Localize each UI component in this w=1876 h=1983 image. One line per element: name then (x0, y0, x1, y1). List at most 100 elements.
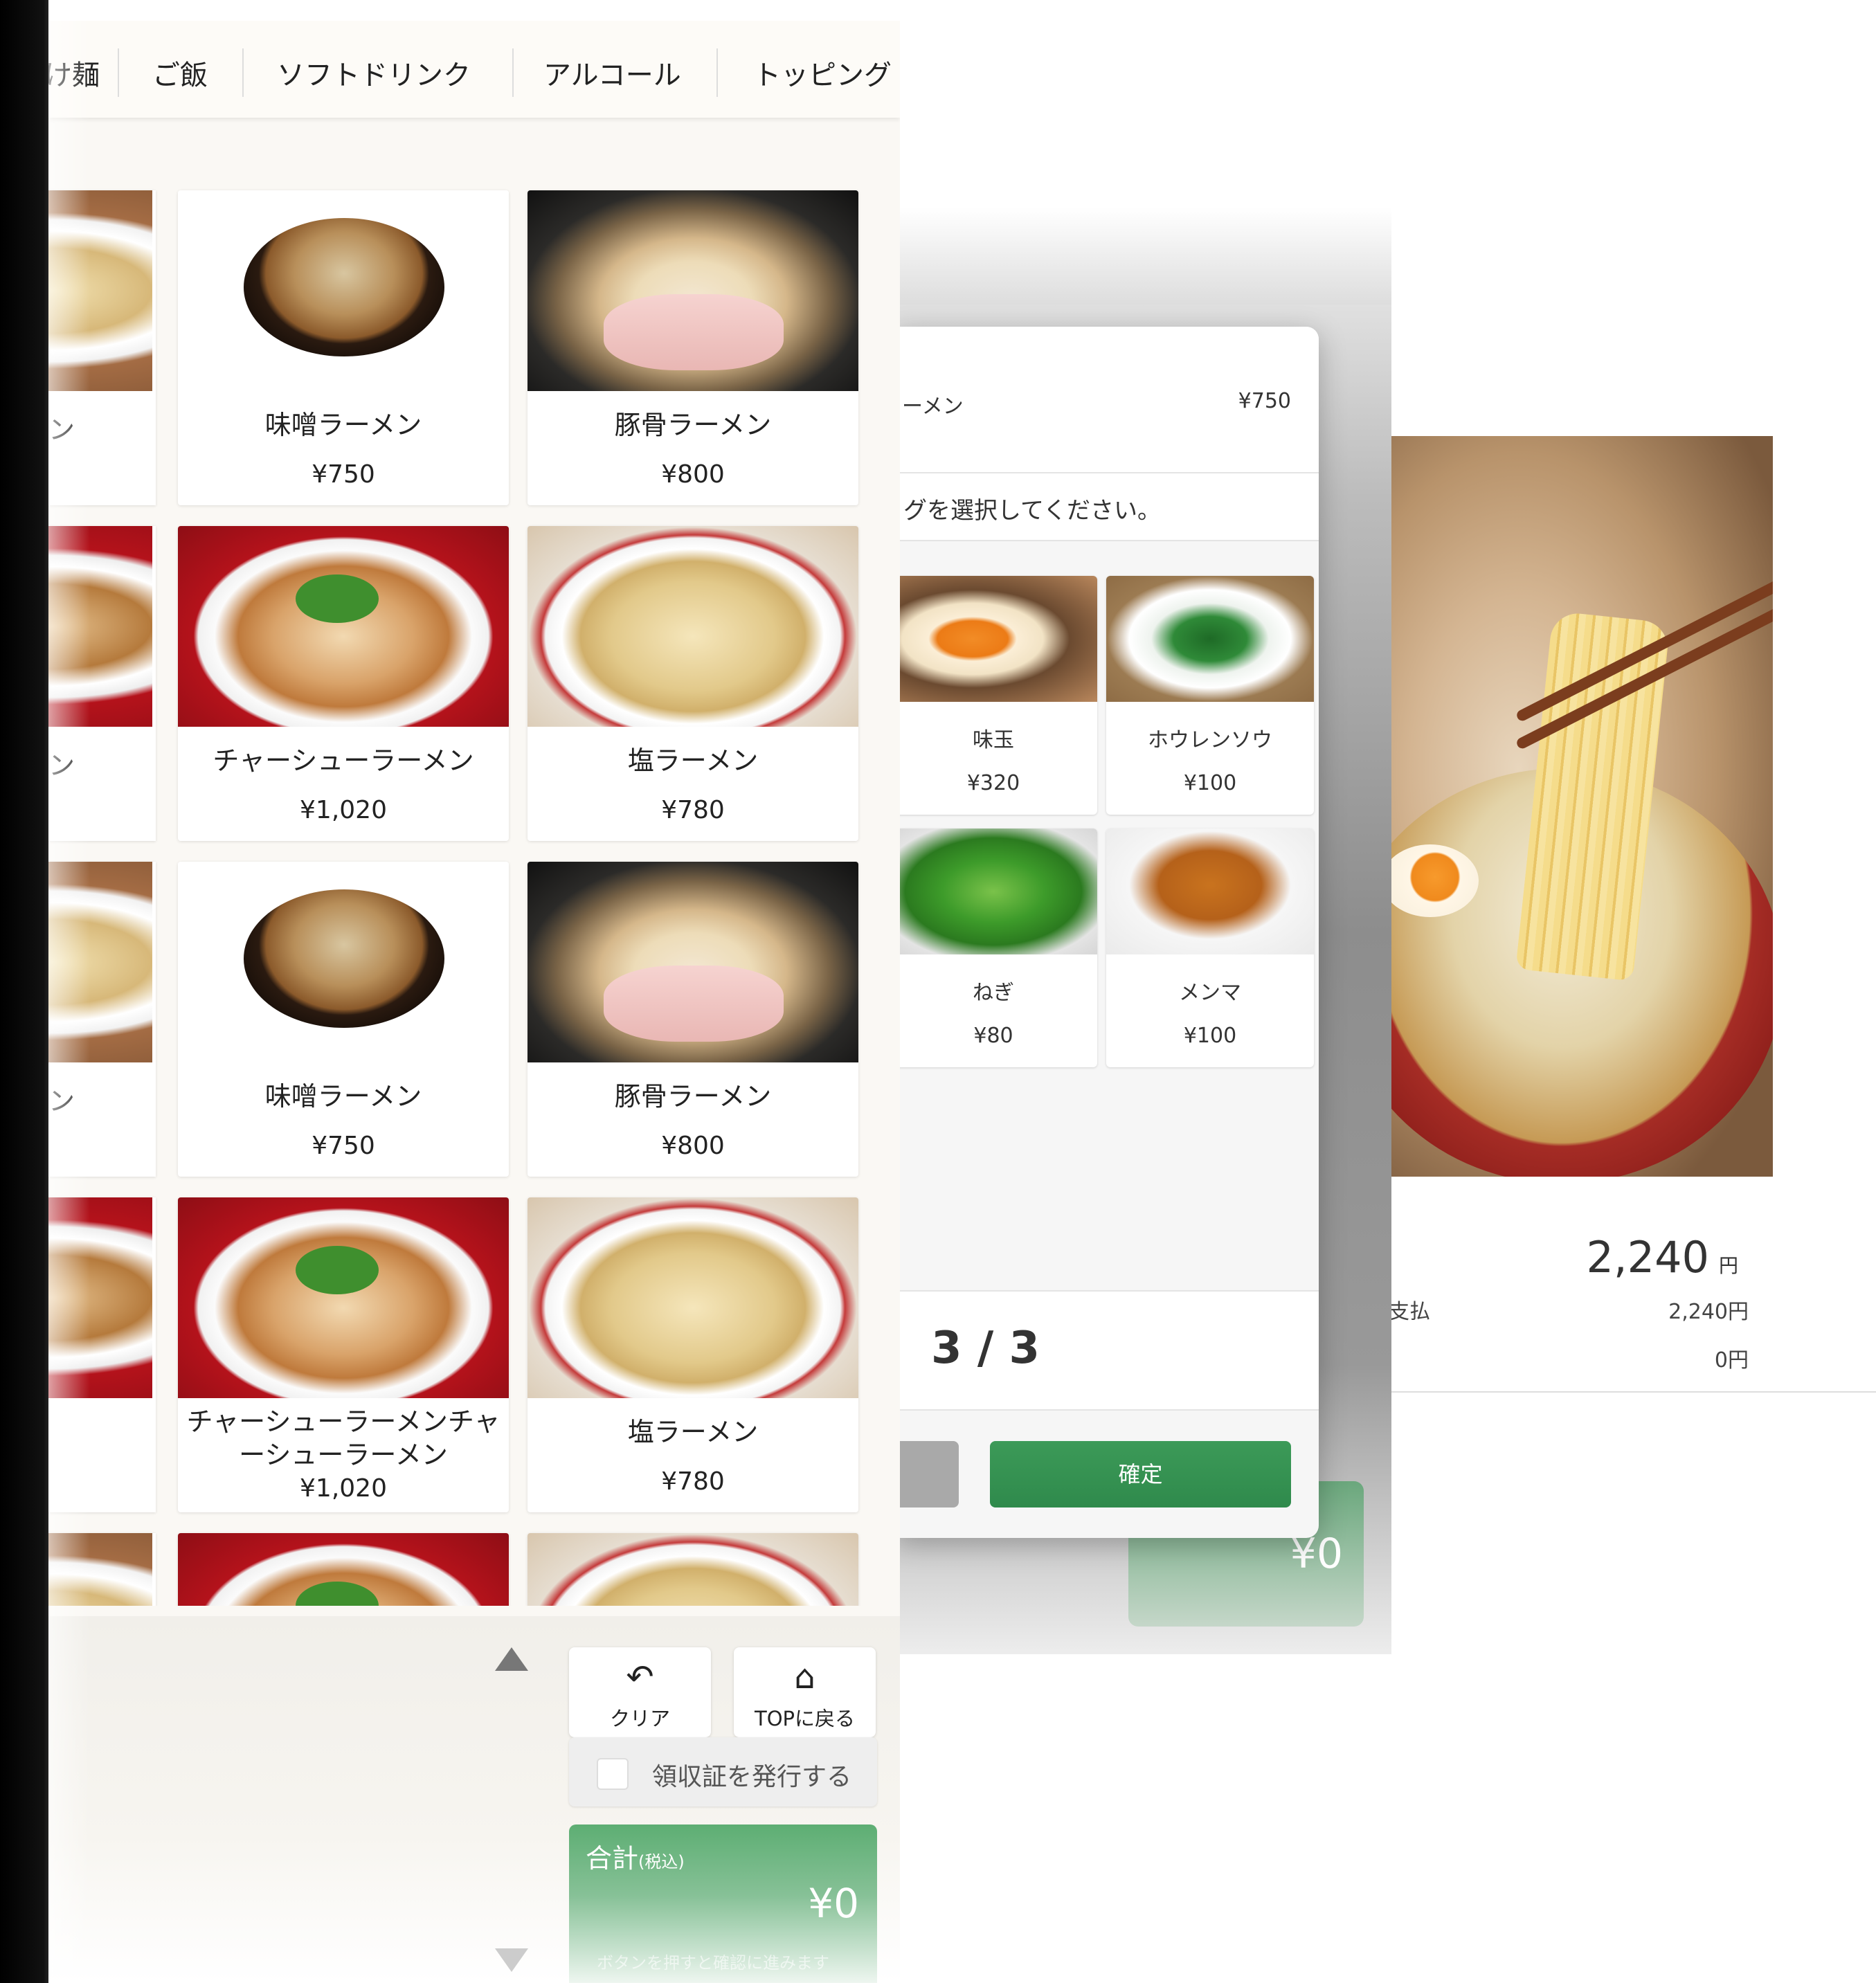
modal-prompt: グを選択してください。 (896, 473, 1319, 541)
clear-label: クリア (609, 1707, 670, 1730)
menma-photo (1106, 828, 1314, 954)
back-button[interactable] (896, 1441, 959, 1507)
miso-ramen-photo (178, 862, 509, 1062)
topping-card[interactable]: メンマ ¥100 (1106, 828, 1314, 1067)
modal-header: ーメン ¥750 (896, 327, 1319, 473)
menu-item-name: 味噌ラーメン (264, 1081, 422, 1112)
topping-card[interactable]: ホウレンソウ ¥100 (1106, 576, 1314, 815)
undo-icon: ↶ (626, 1658, 654, 1696)
menu-item-price: ¥800 (661, 1132, 725, 1160)
tab-divider (242, 48, 244, 97)
chashu-ramen-photo (178, 526, 509, 727)
menu-card[interactable]: チャーシューラーメン ¥1,020 (178, 526, 509, 841)
topping-name: ホウレンソウ (1148, 728, 1272, 752)
divider (1381, 1391, 1876, 1393)
tab-category[interactable]: アルコール (543, 53, 681, 93)
menu-card[interactable]: チャーシューラーメンチャーシューラーメン ¥1,020 (178, 1197, 509, 1512)
modal-item-price: ¥750 (1238, 389, 1291, 413)
menu-item-price: ¥1,020 (300, 796, 387, 824)
modal-prompt-text: グを選択してください。 (903, 497, 1161, 525)
menu-item-name: 塩ラーメン (627, 745, 759, 776)
category-tab-bar: け麺 ご飯 ソフトドリンク アルコール トッピング (48, 21, 900, 118)
scroll-down-arrow-icon[interactable] (495, 1948, 528, 1972)
confirm-button[interactable]: 確定 (990, 1441, 1291, 1507)
receipt-label: 領収証を発行する (652, 1763, 852, 1791)
negi-photo (896, 828, 1097, 954)
menu-item-price: ¥1,020 (300, 1474, 387, 1503)
total-hint: ボタンを押すと確認に進みます (597, 1953, 829, 1973)
spinach-photo (1106, 576, 1314, 702)
menu-item-name: 豚骨ラーメン (614, 1081, 772, 1112)
topping-price: ¥100 (1183, 771, 1237, 795)
tonkotsu-ramen-photo (527, 862, 858, 1062)
menu-item-price: ¥780 (661, 796, 725, 824)
payment-screen: 2,240 円 支払 2,240円 0円 (1381, 415, 1876, 1467)
pager-text: 3 / 3 (931, 1323, 1040, 1374)
menu-item-name: 豚骨ラーメン (614, 410, 772, 440)
payment-row-label: 支払 (1389, 1300, 1430, 1324)
egg-shape (1382, 844, 1479, 917)
menu-card[interactable]: 塩ラーメン ¥780 (527, 1197, 858, 1512)
payment-total-unit: 円 (1718, 1254, 1738, 1277)
modal-pager: 3 / 3 (896, 1290, 1319, 1411)
ramen-hero-photo (1382, 436, 1773, 1177)
menu-grid: ン ン ン 味噌ラーメン ¥750 豚骨ラーメン ¥800 (48, 170, 900, 1606)
menu-card[interactable]: 豚骨ラーメン ¥800 (527, 862, 858, 1177)
menu-card[interactable]: 味噌ラーメン ¥750 (178, 862, 509, 1177)
scroll-up-arrow-icon[interactable] (495, 1647, 528, 1671)
tab-category[interactable]: ソフトドリンク (277, 53, 471, 93)
menu-card[interactable]: 豚骨ラーメン ¥800 (527, 190, 858, 505)
topping-name: 味玉 (973, 728, 1014, 752)
receipt-toggle[interactable]: 領収証を発行する (569, 1737, 877, 1807)
home-icon: ⌂ (794, 1658, 815, 1696)
menu-card[interactable]: 味噌ラーメン ¥750 (178, 190, 509, 505)
topping-price: ¥80 (973, 1024, 1013, 1048)
topping-name: メンマ (1179, 981, 1241, 1005)
edge-fade (48, 21, 90, 1983)
menu-item-name: チャーシューラーメンチャーシューラーメン (186, 1406, 500, 1470)
menu-card[interactable] (527, 1533, 858, 1606)
menu-item-price: ¥750 (312, 460, 375, 489)
payment-total: 2,240 円 (1586, 1232, 1738, 1283)
menu-item-price: ¥750 (312, 1132, 375, 1160)
tab-divider (118, 48, 119, 97)
menu-card[interactable] (178, 1533, 509, 1606)
menu-item-name: 塩ラーメン (627, 1417, 759, 1447)
receipt-checkbox[interactable] (597, 1758, 629, 1790)
tonkotsu-ramen-photo (527, 190, 858, 391)
tab-category[interactable]: ご飯 (152, 53, 208, 93)
shio-ramen-photo (527, 1533, 858, 1606)
tab-category[interactable]: トッピング (753, 53, 892, 93)
total-value: ¥0 (808, 1880, 859, 1927)
topping-modal: ーメン ¥750 グを選択してください。 味玉 ¥320 ホウレンソウ ¥100… (896, 327, 1319, 1538)
menu-item-price: ¥780 (661, 1467, 725, 1496)
chashu-ramen-photo (178, 1197, 509, 1398)
chashu-ramen-photo (178, 1533, 509, 1606)
shio-ramen-photo (527, 1197, 858, 1398)
shio-ramen-photo (527, 526, 858, 727)
menu-item-price: ¥800 (661, 460, 725, 489)
top-button[interactable]: ⌂ TOPに戻る (734, 1647, 876, 1737)
menu-screen: け麺 ご飯 ソフトドリンク アルコール トッピング ン ン ン (48, 21, 900, 1983)
clear-button[interactable]: ↶ クリア (569, 1647, 711, 1737)
modal-item-name: ーメン (902, 395, 964, 419)
device-bezel (0, 0, 48, 1983)
menu-card[interactable]: 塩ラーメン ¥780 (527, 526, 858, 841)
miso-ramen-photo (178, 190, 509, 391)
topping-price: ¥100 (1183, 1024, 1237, 1048)
topping-card[interactable]: ねぎ ¥80 (896, 828, 1097, 1067)
ajitama-photo (896, 576, 1097, 702)
payment-total-amount: 2,240 (1586, 1232, 1709, 1283)
topping-card[interactable]: 味玉 ¥320 (896, 576, 1097, 815)
menu-item-name: 味噌ラーメン (264, 410, 422, 440)
payment-row-value: 0円 (1714, 1348, 1749, 1373)
total-label-text: 合計 (586, 1843, 639, 1874)
menu-item-name: チャーシューラーメン (213, 745, 474, 776)
payment-row-value: 2,240円 (1668, 1300, 1749, 1324)
tab-divider (716, 48, 718, 97)
total-label: 合計(税込) (586, 1837, 685, 1875)
topping-price: ¥320 (966, 771, 1020, 795)
top-label: TOPに戻る (754, 1707, 856, 1730)
total-button[interactable]: 合計(税込) ¥0 ボタンを押すと確認に進みます (569, 1824, 877, 1983)
total-tax-note: (税込) (638, 1852, 685, 1872)
